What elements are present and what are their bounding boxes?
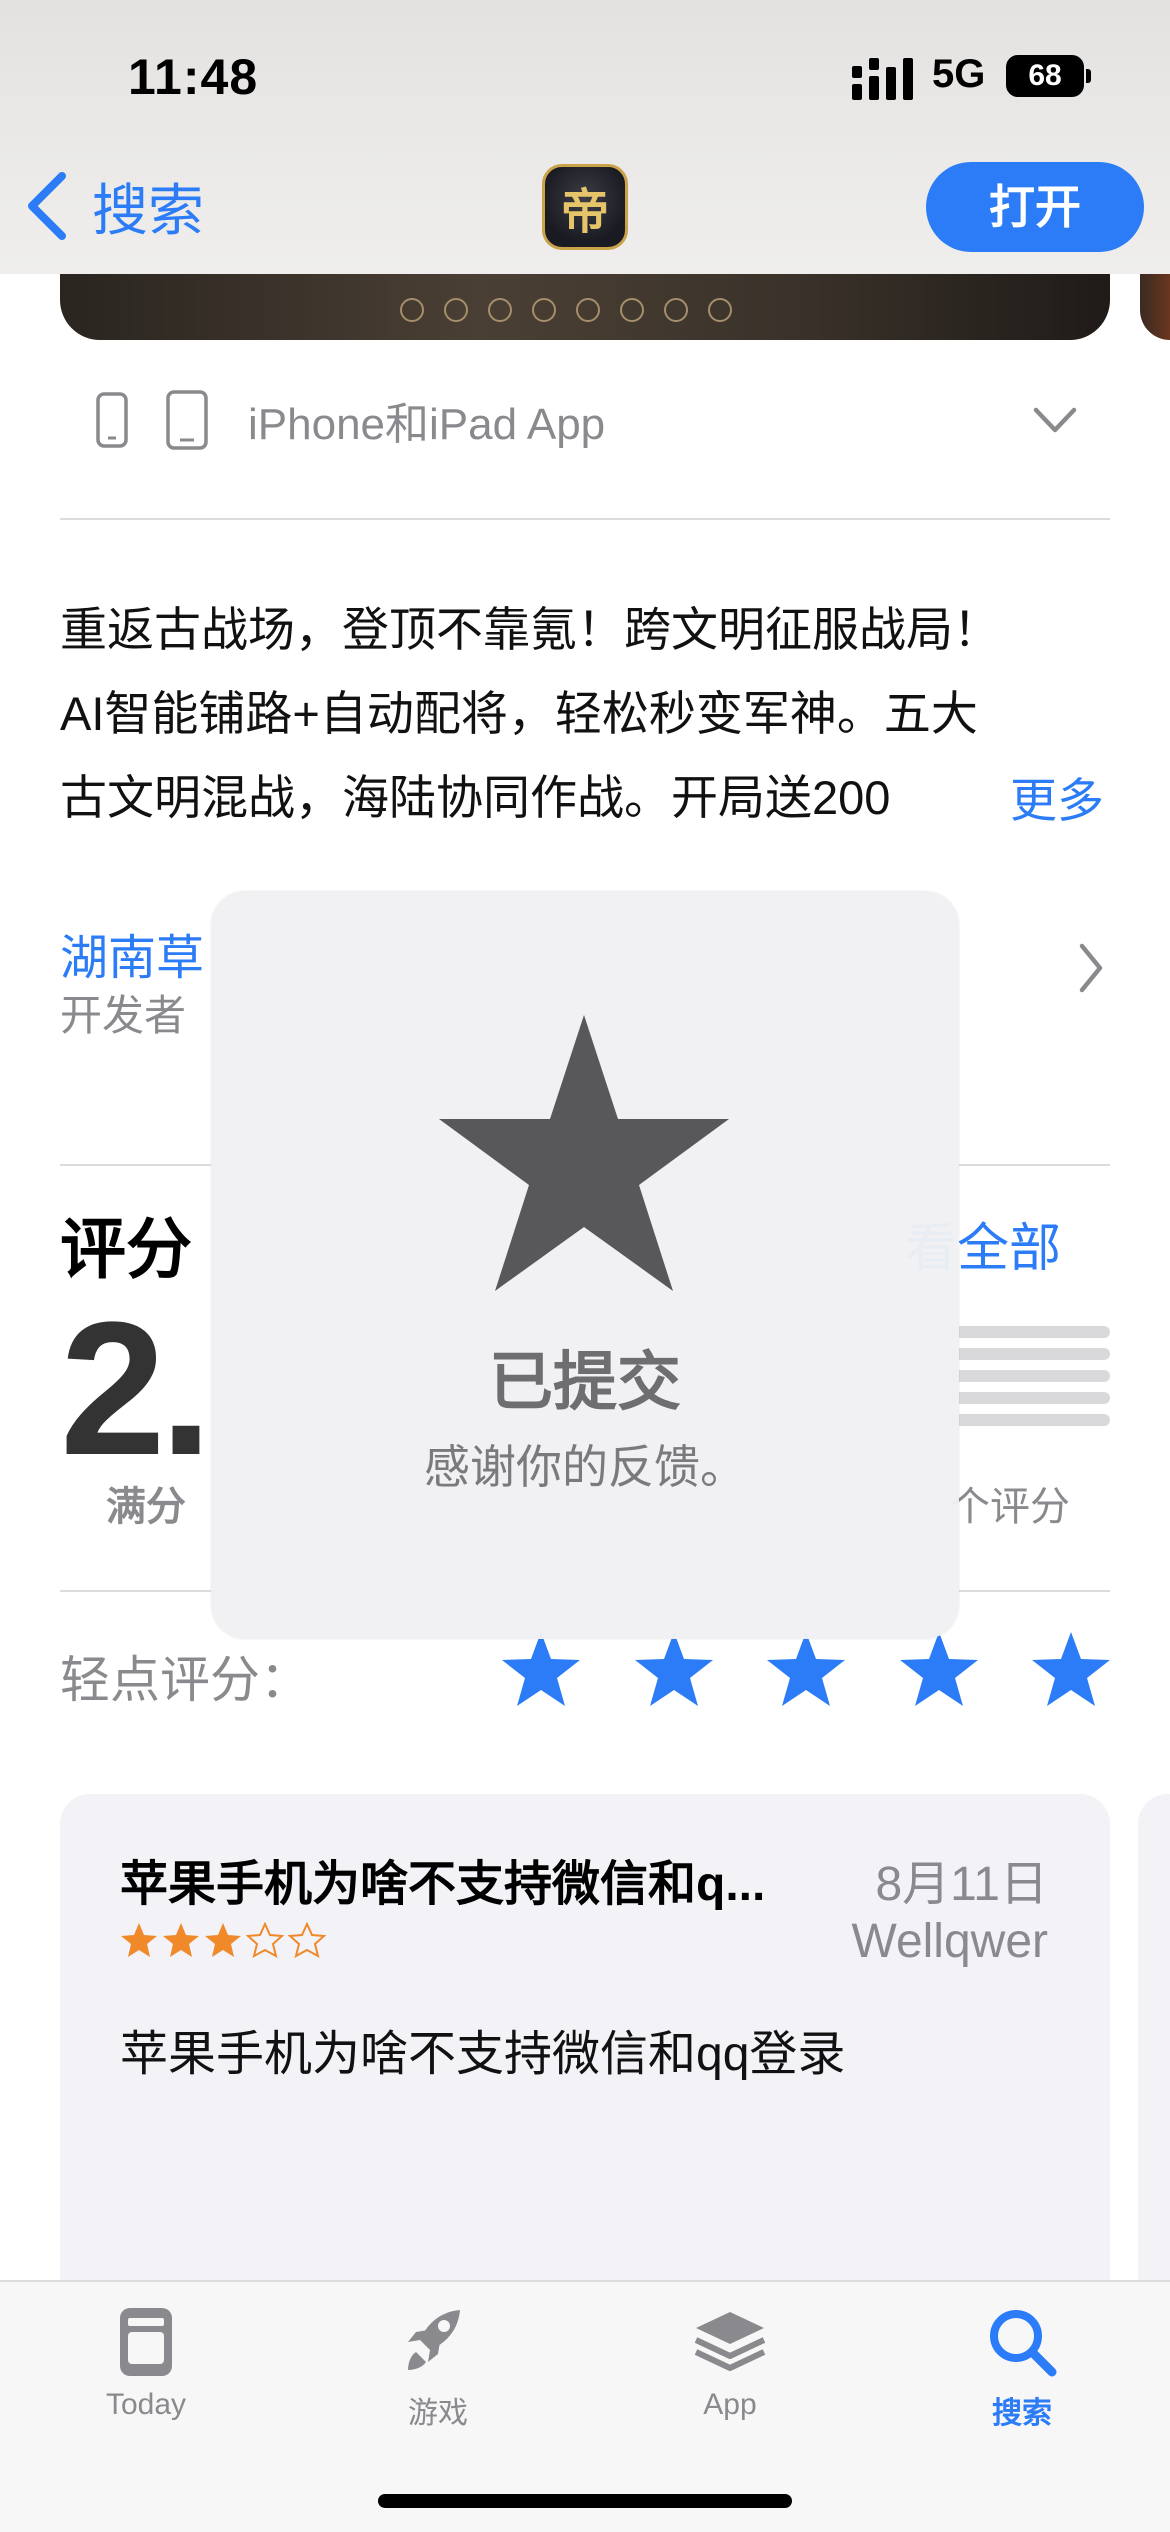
rating-count-label: 个评分 [950, 1485, 1070, 1529]
ratings-title: 评分 [60, 1212, 192, 1286]
divider [60, 518, 1110, 520]
tab-label: 搜索 [992, 2397, 1052, 2430]
status-time: 11:48 [128, 49, 259, 105]
review-stars [120, 1922, 326, 1958]
back-button[interactable]: 搜索 [24, 168, 204, 244]
today-icon [120, 2308, 172, 2376]
device-label: iPhone和iPad App [248, 400, 606, 449]
description-line: AI智能铺路+自动配将，轻松秒变军神。五大 [60, 687, 978, 740]
app-icon-glyph: 帝 [560, 184, 609, 240]
search-icon [990, 2310, 1057, 2377]
tap-to-rate-label: 轻点评分： [60, 1652, 310, 1708]
chevron-left-icon [28, 172, 66, 240]
cellular-signal-icon [852, 58, 913, 100]
star-empty-icon [246, 1922, 284, 1958]
rate-star-icon[interactable] [1030, 1630, 1112, 1708]
review-card-next[interactable] [1138, 1794, 1170, 2294]
star-filled-icon [205, 1923, 241, 1957]
rocket-icon [408, 2310, 460, 2370]
developer-label: 开发者 [60, 992, 187, 1039]
tap-to-rate-stars[interactable] [500, 1630, 1112, 1708]
home-indicator [378, 2494, 792, 2508]
star-filled-icon [121, 1923, 157, 1957]
ipad-icon [166, 390, 208, 450]
battery-nub [1086, 69, 1091, 83]
tab-label: 游戏 [408, 2397, 468, 2430]
review-card[interactable]: 苹果手机为啥不支持微信和q... 8月11日 Wellqwer 苹果手机为啥不支… [60, 1794, 1110, 2294]
hud-title: 已提交 [489, 1346, 681, 1418]
tab-label: App [703, 2388, 757, 2421]
screenshot-decoration [400, 298, 732, 322]
more-link[interactable]: 更多 [1006, 762, 1104, 831]
description-fade [900, 762, 1000, 832]
description-line: 重返古战场，登顶不靠氪！跨文明征服战局！ [60, 603, 1000, 656]
star-filled-icon [163, 1923, 199, 1957]
apps-stack-icon [694, 2312, 766, 2371]
tab-apps[interactable]: App [630, 2302, 830, 2422]
hud-subtitle: 感谢你的反馈。 [424, 1441, 746, 1493]
max-score-label: 满分 [106, 1485, 186, 1529]
network-type: 5G [932, 52, 986, 96]
rate-star-icon[interactable] [500, 1630, 582, 1708]
tab-search[interactable]: 搜索 [922, 2302, 1122, 2432]
tab-label: Today [105, 2388, 187, 2421]
review-title: 苹果手机为啥不支持微信和q... [120, 1858, 766, 1911]
rate-star-icon[interactable] [898, 1630, 980, 1708]
review-date: 8月11日 [875, 1858, 1048, 1911]
chevron-down-icon [1033, 407, 1077, 433]
review-author: Wellqwer [851, 1915, 1049, 1968]
chevron-right-icon[interactable] [1076, 940, 1106, 996]
rate-star-icon[interactable] [765, 1630, 847, 1708]
open-button[interactable]: 打开 [926, 162, 1144, 252]
tab-games[interactable]: 游戏 [338, 2302, 538, 2432]
top-bar: 11:48 5G 68 搜索 帝 打开 [0, 0, 1170, 274]
submitted-hud: 已提交 感谢你的反馈。 [211, 891, 959, 1639]
battery-indicator: 68 [1006, 55, 1084, 97]
star-empty-icon [288, 1922, 326, 1958]
rate-star-icon[interactable] [633, 1630, 715, 1708]
average-score: 2. [60, 1283, 212, 1495]
star-icon [439, 1015, 729, 1291]
rating-distribution-bars [950, 1326, 1110, 1436]
tab-today[interactable]: Today [46, 2302, 246, 2422]
back-label: 搜索 [92, 178, 204, 242]
review-body: 苹果手机为啥不支持微信和qq登录 [120, 2028, 846, 2081]
app-icon: 帝 [542, 164, 628, 250]
iphone-icon [96, 392, 128, 448]
developer-name[interactable]: 湖南草 [60, 918, 204, 988]
device-compatibility-row[interactable]: iPhone和iPad App [60, 380, 1110, 460]
